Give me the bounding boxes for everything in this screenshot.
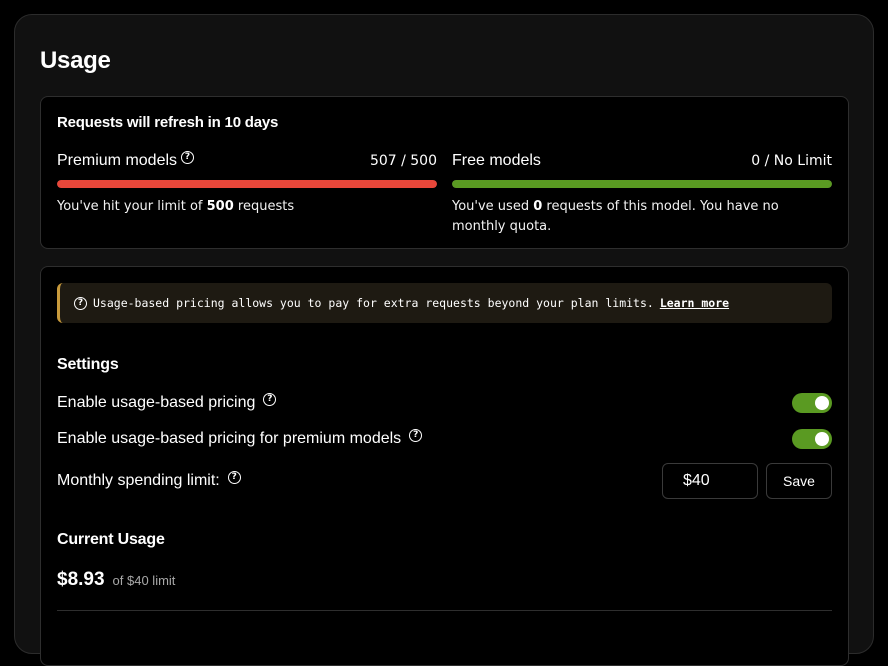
free-progress-fill — [452, 180, 832, 188]
premium-pricing-row: Enable usage-based pricing for premium m… — [57, 428, 832, 449]
usage-pricing-label: Enable usage-based pricing — [57, 394, 256, 411]
spending-limit-label: Monthly spending limit: — [57, 472, 220, 489]
help-icon[interactable]: ? — [181, 150, 195, 164]
help-icon[interactable]: ? — [409, 428, 423, 442]
current-usage-title: Current Usage — [57, 531, 165, 548]
usage-limit-text: of $40 limit — [112, 573, 176, 588]
help-icon[interactable]: ? — [263, 392, 277, 406]
banner-text: Usage-based pricing allows you to pay fo… — [93, 296, 654, 310]
toggle-knob — [815, 432, 829, 446]
usage-panel: Usage Requests will refresh in 10 days P… — [14, 14, 874, 666]
premium-quota: Premium models ? 507 / 500 You've hit yo… — [57, 150, 437, 217]
current-usage-amount: $8.93 of $40 limit — [57, 569, 175, 591]
learn-more-link[interactable]: Learn more — [660, 296, 729, 310]
settings-card: ? Usage-based pricing allows you to pay … — [40, 266, 849, 666]
premium-pricing-toggle[interactable] — [792, 429, 832, 449]
free-quota: Free models 0 / No Limit You've used 0 r… — [452, 151, 832, 237]
usage-pricing-banner: ? Usage-based pricing allows you to pay … — [57, 283, 832, 323]
premium-note: You've hit your limit of 500 requests — [57, 199, 295, 214]
spending-limit-input[interactable] — [662, 463, 758, 499]
help-icon[interactable]: ? — [227, 470, 241, 484]
settings-title: Settings — [57, 356, 119, 373]
usage-amount: $8.93 — [57, 569, 105, 590]
spending-limit-row: Monthly spending limit: ? Save — [57, 463, 832, 499]
premium-count: 507 / 500 — [369, 153, 437, 169]
page-title: Usage — [40, 47, 111, 74]
free-progress-bar — [452, 180, 832, 188]
usage-pricing-row: Enable usage-based pricing ? — [57, 392, 832, 413]
premium-progress-fill — [57, 180, 437, 188]
toggle-knob — [815, 396, 829, 410]
help-icon: ? — [74, 296, 87, 310]
premium-pricing-label: Enable usage-based pricing for premium m… — [57, 430, 402, 447]
free-note: You've used 0 requests of this model. Yo… — [452, 199, 779, 234]
free-count: 0 / No Limit — [751, 153, 832, 169]
premium-models-label: Premium models — [57, 152, 178, 169]
free-models-label: Free models — [452, 152, 541, 169]
save-button[interactable]: Save — [766, 463, 832, 499]
premium-progress-bar — [57, 180, 437, 188]
refresh-text: Requests will refresh in 10 days — [57, 114, 279, 131]
request-limits-card: Requests will refresh in 10 days Premium… — [40, 96, 849, 249]
usage-pricing-toggle[interactable] — [792, 393, 832, 413]
